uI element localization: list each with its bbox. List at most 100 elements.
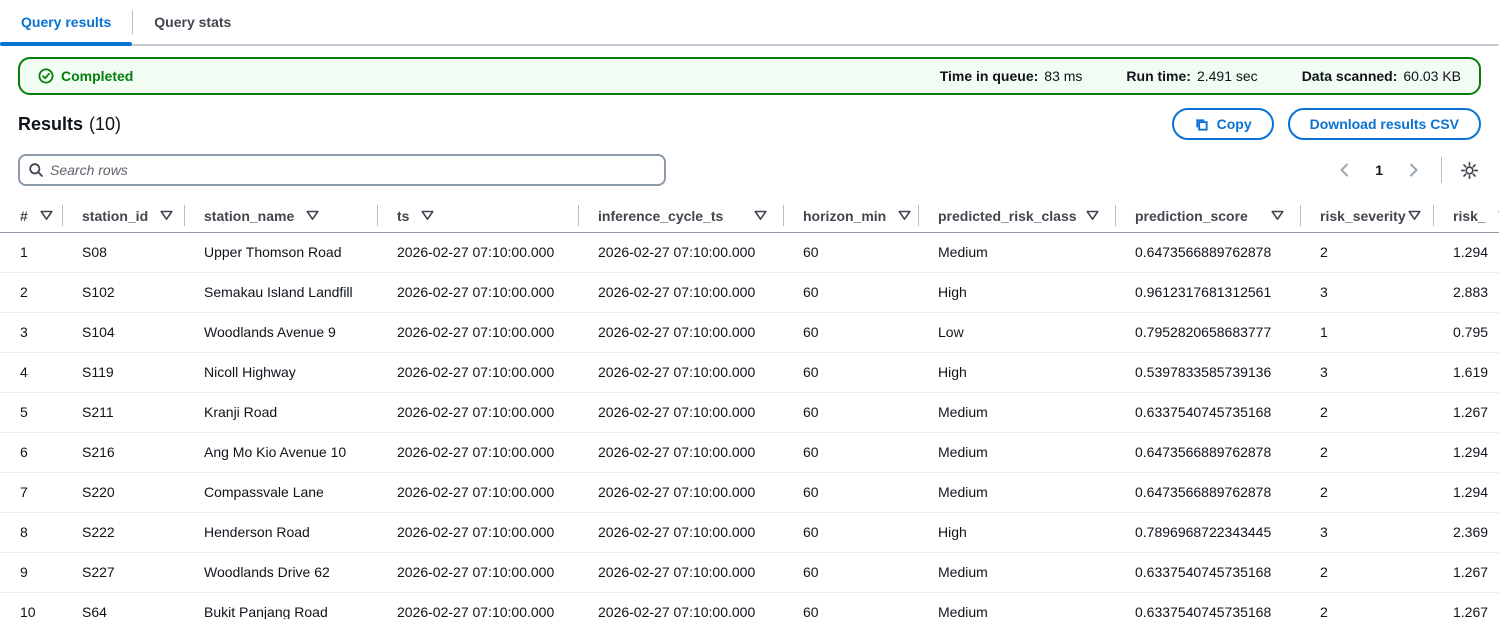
table-header-row: # station_id station_name ts inference_cycle… <box>0 199 1499 232</box>
column-header-inference_cycle_ts: inference_cycle_ts <box>578 199 783 232</box>
cell-ts: 2026-02-27 07:10:00.000 <box>377 313 578 352</box>
column-separator <box>184 205 185 226</box>
cell-risk_severity: 1 <box>1300 313 1433 352</box>
time-in-queue-stat: Time in queue: 83 ms <box>940 68 1083 84</box>
column-header-ts: ts <box>377 199 578 232</box>
next-page-button[interactable] <box>1401 158 1425 182</box>
column-header-label: risk_ <box>1453 208 1486 224</box>
column-header-label: risk_severity <box>1320 208 1406 224</box>
filter-caret-icon[interactable] <box>304 208 321 223</box>
previous-page-button[interactable] <box>1333 158 1357 182</box>
cell-risk_: 0.795 <box>1433 313 1499 352</box>
cell-prediction_score: 0.9612317681312561 <box>1115 273 1300 312</box>
cell-predicted_risk_class: Low <box>918 313 1115 352</box>
cell-station_name: Henderson Road <box>184 513 377 552</box>
table-row: 4S119Nicoll Highway2026-02-27 07:10:00.0… <box>0 353 1499 393</box>
download-results-csv-button[interactable]: Download results CSV <box>1288 108 1481 140</box>
search-icon <box>28 162 44 178</box>
stat-value: 2.491 sec <box>1197 68 1258 84</box>
cell-row-number: 3 <box>0 313 62 352</box>
cell-predicted_risk_class: Medium <box>918 433 1115 472</box>
column-header-label: # <box>20 208 28 224</box>
stat-value: 83 ms <box>1044 68 1082 84</box>
tab-query-results[interactable]: Query results <box>0 0 132 44</box>
check-circle-icon <box>38 68 54 84</box>
cell-horizon_min: 60 <box>783 313 918 352</box>
cell-risk_: 1.294 <box>1433 433 1499 472</box>
filter-caret-icon[interactable] <box>752 208 769 223</box>
cell-station_id: S102 <box>62 273 184 312</box>
filter-caret-icon[interactable] <box>419 208 436 223</box>
cell-prediction_score: 0.7952820658683777 <box>1115 313 1300 352</box>
cell-horizon_min: 60 <box>783 233 918 272</box>
cell-ts: 2026-02-27 07:10:00.000 <box>377 593 578 619</box>
stat-label: Data scanned: <box>1302 68 1398 84</box>
cell-prediction_score: 0.6473566889762878 <box>1115 233 1300 272</box>
cell-prediction_score: 0.6473566889762878 <box>1115 433 1300 472</box>
cell-station_id: S211 <box>62 393 184 432</box>
cell-ts: 2026-02-27 07:10:00.000 <box>377 473 578 512</box>
cell-ts: 2026-02-27 07:10:00.000 <box>377 273 578 312</box>
copy-button[interactable]: Copy <box>1172 108 1274 140</box>
cell-risk_severity: 2 <box>1300 553 1433 592</box>
filter-caret-icon[interactable] <box>1084 208 1101 223</box>
tab-query-stats[interactable]: Query stats <box>133 0 252 44</box>
column-header-risk_severity: risk_severity <box>1300 199 1433 232</box>
cell-inference_cycle_ts: 2026-02-27 07:10:00.000 <box>578 593 783 619</box>
filter-caret-icon[interactable] <box>38 208 55 223</box>
cell-inference_cycle_ts: 2026-02-27 07:10:00.000 <box>578 553 783 592</box>
stat-value: 60.03 KB <box>1403 68 1461 84</box>
cell-prediction_score: 0.6337540745735168 <box>1115 393 1300 432</box>
filter-caret-icon[interactable] <box>158 208 175 223</box>
cell-station_id: S222 <box>62 513 184 552</box>
copy-button-label: Copy <box>1217 116 1252 132</box>
column-header-label: predicted_risk_class <box>938 208 1077 224</box>
cell-risk_: 1.294 <box>1433 473 1499 512</box>
cell-risk_: 1.267 <box>1433 393 1499 432</box>
table-row: 7S220Compassvale Lane2026-02-27 07:10:00… <box>0 473 1499 513</box>
filter-caret-icon[interactable] <box>896 208 913 223</box>
table-row: 10S64Bukit Panjang Road2026-02-27 07:10:… <box>0 593 1499 619</box>
cell-prediction_score: 0.5397833585739136 <box>1115 353 1300 392</box>
cell-row-number: 5 <box>0 393 62 432</box>
run-time-stat: Run time: 2.491 sec <box>1126 68 1257 84</box>
column-separator <box>377 205 378 226</box>
table-row: 1S08Upper Thomson Road2026-02-27 07:10:0… <box>0 233 1499 273</box>
table-row: 2S102Semakau Island Landfill2026-02-27 0… <box>0 273 1499 313</box>
cell-horizon_min: 60 <box>783 473 918 512</box>
cell-predicted_risk_class: High <box>918 353 1115 392</box>
results-count: (10) <box>89 114 121 135</box>
cell-inference_cycle_ts: 2026-02-27 07:10:00.000 <box>578 433 783 472</box>
cell-predicted_risk_class: Medium <box>918 233 1115 272</box>
cell-risk_: 1.267 <box>1433 553 1499 592</box>
cell-station_name: Semakau Island Landfill <box>184 273 377 312</box>
cell-prediction_score: 0.6337540745735168 <box>1115 593 1300 619</box>
cell-predicted_risk_class: High <box>918 273 1115 312</box>
cell-station_name: Ang Mo Kio Avenue 10 <box>184 433 377 472</box>
cell-station_id: S119 <box>62 353 184 392</box>
column-separator <box>918 205 919 226</box>
table-preferences-button[interactable] <box>1458 159 1481 182</box>
stat-label: Time in queue: <box>940 68 1039 84</box>
current-page-number[interactable]: 1 <box>1367 162 1391 178</box>
cell-prediction_score: 0.6473566889762878 <box>1115 473 1300 512</box>
cell-inference_cycle_ts: 2026-02-27 07:10:00.000 <box>578 313 783 352</box>
filter-caret-icon[interactable] <box>1269 208 1286 223</box>
cell-horizon_min: 60 <box>783 513 918 552</box>
cell-ts: 2026-02-27 07:10:00.000 <box>377 353 578 392</box>
cell-row-number: 2 <box>0 273 62 312</box>
copy-icon <box>1194 117 1209 132</box>
cell-station_id: S104 <box>62 313 184 352</box>
search-rows-input[interactable] <box>50 162 656 178</box>
search-rows-box <box>18 154 666 186</box>
download-button-label: Download results CSV <box>1310 116 1459 132</box>
cell-predicted_risk_class: Medium <box>918 593 1115 619</box>
column-header-label: station_id <box>82 208 148 224</box>
stat-label: Run time: <box>1126 68 1191 84</box>
filter-caret-icon[interactable] <box>1406 208 1423 223</box>
column-header-label: station_name <box>204 208 294 224</box>
column-header-predicted_risk_class: predicted_risk_class <box>918 199 1115 232</box>
column-header-label: inference_cycle_ts <box>598 208 723 224</box>
cell-inference_cycle_ts: 2026-02-27 07:10:00.000 <box>578 393 783 432</box>
cell-station_id: S64 <box>62 593 184 619</box>
